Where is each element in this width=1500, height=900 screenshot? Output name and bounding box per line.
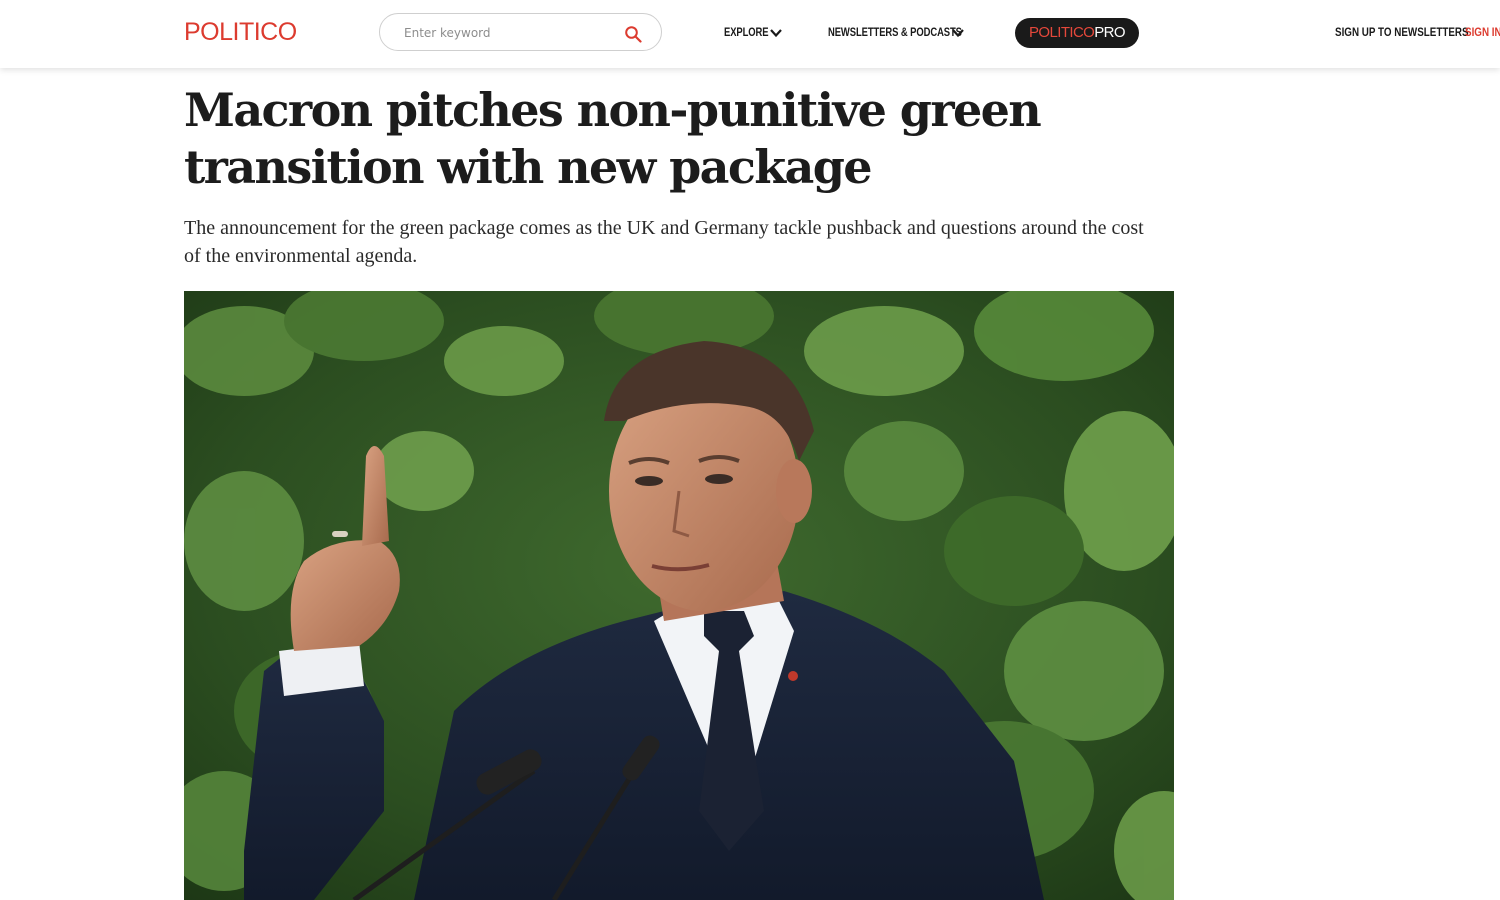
politico-pro-button[interactable]: POLITICOPRO xyxy=(1015,18,1139,48)
pro-logo-part1: POLITICO xyxy=(1029,24,1095,41)
article-dek: The announcement for the green package c… xyxy=(184,217,1144,267)
hero-image xyxy=(184,291,1174,900)
hero-photo xyxy=(184,291,1174,900)
site-header: POLITICO EXPLORE NEWSLETTERS & PODCASTS … xyxy=(0,0,1500,68)
pro-logo-part2: PRO xyxy=(1094,24,1125,41)
newsletter-signup-link[interactable]: SIGN UP TO NEWSLETTERS xyxy=(1335,24,1469,40)
search-box[interactable] xyxy=(379,13,662,51)
sign-in-link[interactable]: SIGN IN xyxy=(1465,24,1500,40)
article-headline: Macron pitches non-punitive green transi… xyxy=(184,83,1042,194)
chevron-down-icon[interactable] xyxy=(951,27,965,39)
chevron-down-icon[interactable] xyxy=(769,27,783,39)
search-input[interactable] xyxy=(404,23,604,43)
nav-explore[interactable]: EXPLORE xyxy=(724,25,769,41)
politico-logo[interactable]: POLITICO xyxy=(184,18,297,46)
nav-newsletters-podcasts[interactable]: NEWSLETTERS & PODCASTS xyxy=(828,25,962,41)
search-icon[interactable] xyxy=(624,25,642,43)
